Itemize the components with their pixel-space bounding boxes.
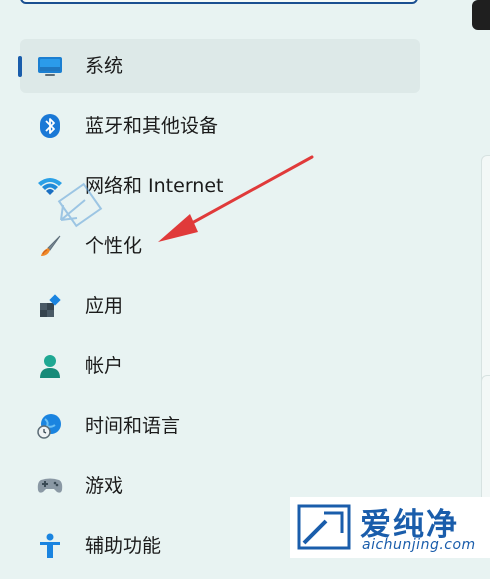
nav-item-network[interactable]: 网络和 Internet xyxy=(20,159,420,213)
nav-item-label: 游戏 xyxy=(85,475,124,497)
nav-item-label: 蓝牙和其他设备 xyxy=(85,115,219,137)
nav-item-accounts[interactable]: 帐户 xyxy=(20,339,420,393)
apps-icon xyxy=(37,293,63,319)
content-card-edge xyxy=(481,375,490,517)
nav-item-apps[interactable]: 应用 xyxy=(20,279,420,333)
brush-icon xyxy=(37,233,63,259)
bluetooth-icon xyxy=(37,113,63,139)
globe-clock-icon xyxy=(37,413,63,439)
nav-item-label: 系统 xyxy=(85,55,124,77)
nav-item-label: 帐户 xyxy=(85,355,124,377)
nav-item-label: 时间和语言 xyxy=(85,415,181,437)
content-card-edge xyxy=(481,155,490,407)
nav-item-label: 辅助功能 xyxy=(85,535,162,557)
nav-item-label: 个性化 xyxy=(85,235,143,257)
monitor-icon xyxy=(37,53,63,79)
nav-item-label: 应用 xyxy=(85,295,124,317)
account-icon xyxy=(37,353,63,379)
accessibility-icon xyxy=(37,533,63,559)
watermark-logo-icon xyxy=(297,504,351,550)
wifi-icon xyxy=(37,173,63,199)
selection-indicator xyxy=(18,56,22,77)
nav-item-bluetooth[interactable]: 蓝牙和其他设备 xyxy=(20,99,420,153)
watermark: 爱纯净 aichunjing.com xyxy=(290,497,490,558)
right-panel-edge xyxy=(472,0,490,30)
nav-item-personalization[interactable]: 个性化 xyxy=(20,219,420,273)
nav-item-time-language[interactable]: 时间和语言 xyxy=(20,399,420,453)
nav-item-system[interactable]: 系统 xyxy=(18,39,420,93)
nav-item-label: 网络和 Internet xyxy=(85,175,224,197)
watermark-url: aichunjing.com xyxy=(362,537,476,553)
search-box-edge[interactable] xyxy=(20,0,418,4)
gamepad-icon xyxy=(37,473,63,499)
